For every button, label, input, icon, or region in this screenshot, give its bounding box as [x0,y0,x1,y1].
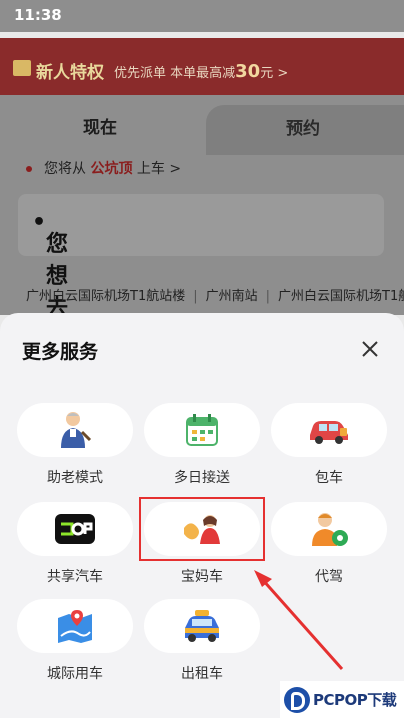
pickup-location[interactable]: 您将从 公坑顶 上车 > [26,158,181,178]
watermark-text: PCPOP下载 [313,691,397,709]
highlight-box [139,497,265,561]
promo-subtitle: 优先派单 本单最高减30元 > [114,61,289,82]
service-label: 包车 [315,470,343,486]
annotation-arrow [254,570,344,670]
taxi-icon [185,610,219,642]
service-label: 宝妈车 [181,569,223,585]
service-shared-car[interactable]: 共享汽车 [17,502,133,586]
car-icon [310,421,348,444]
service-label: 出租车 [181,666,223,682]
service-label: 共享汽车 [47,569,103,585]
recent-place-item[interactable]: 广州白云国际机场T1航 [278,289,404,304]
tab-now[interactable]: 现在 [0,95,206,155]
status-bar: 11:38 [0,0,404,32]
service-label: 多日接送 [174,470,230,486]
recent-place-item[interactable]: 广州南站 [206,289,258,304]
promo-amount: 30 [235,61,261,82]
close-icon[interactable] [356,335,384,363]
service-charter[interactable]: 包车 [271,403,387,487]
service-taxi[interactable]: 出租车 [144,599,260,683]
destination-input[interactable]: • 您想去哪里? [18,194,384,385]
elderly-icon [61,412,92,448]
tab-reserve[interactable]: 预约 [206,105,404,155]
driver-icon [312,513,348,546]
recent-places: 广州白云国际机场T1航站楼 | 广州南站 | 广州白云国际机场T1航 [26,285,404,304]
destination-placeholder: • 您想去哪里? [32,210,81,385]
pickup-dot-icon [26,166,32,172]
gift-icon [13,60,31,76]
promo-banner[interactable]: 新人特权 优先派单 本单最高减30元 > [0,38,404,100]
intercity-icon [58,610,92,643]
service-elderly-mode[interactable]: 助老模式 [17,403,133,487]
shared-car-icon [55,514,95,544]
recent-place-item[interactable]: 广州白云国际机场T1航站楼 [26,289,185,304]
service-label: 城际用车 [47,666,103,682]
sheet-title: 更多服务 [22,341,99,363]
service-multi-day[interactable]: 多日接送 [144,403,260,487]
service-intercity[interactable]: 城际用车 [17,599,133,683]
pickup-place: 公坑顶 [90,161,133,177]
service-label: 助老模式 [47,470,103,486]
watermark-logo-icon [284,686,310,713]
watermark: PCPOP下载 [280,681,404,718]
promo-title: 新人特权 [36,63,104,83]
calendar-icon [186,414,218,446]
status-time: 11:38 [14,6,62,24]
